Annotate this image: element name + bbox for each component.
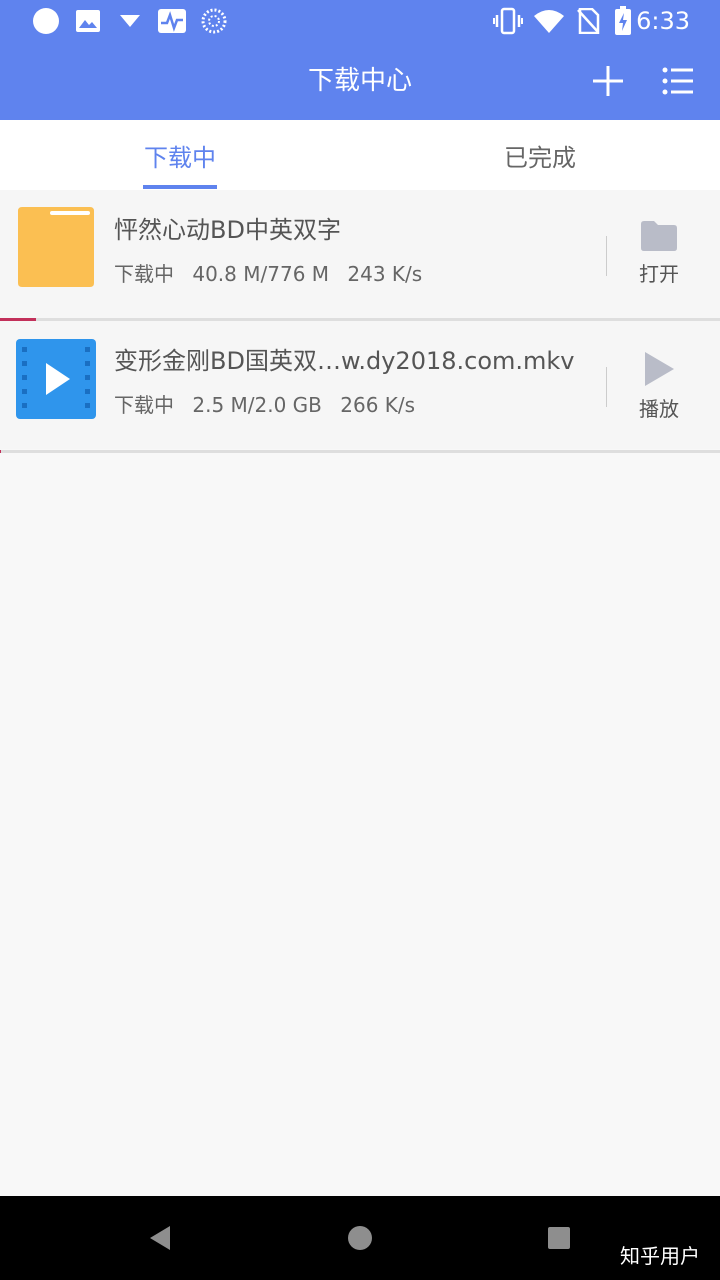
download-status: 下载中 bbox=[114, 262, 174, 286]
download-arrow-icon bbox=[116, 0, 144, 42]
action-divider bbox=[606, 236, 607, 276]
download-status: 下载中 bbox=[114, 393, 174, 417]
vibrate-icon bbox=[492, 0, 524, 42]
tab-indicator bbox=[143, 185, 217, 189]
tab-bar: 下载中 已完成 bbox=[0, 120, 720, 190]
add-button[interactable] bbox=[581, 54, 635, 108]
open-label: 打开 bbox=[639, 262, 679, 286]
video-file-icon bbox=[16, 339, 96, 419]
menu-button[interactable] bbox=[651, 54, 705, 108]
add-icon bbox=[593, 66, 623, 96]
download-item[interactable]: 变形金刚BD国英双…w.dy2018.com.mkv 下载中 2.5 M/2.0… bbox=[0, 321, 720, 449]
action-divider bbox=[606, 367, 607, 407]
download-item[interactable]: 怦然心动BD中英双字 下载中 40.8 M/776 M 243 K/s 打开 bbox=[0, 190, 720, 318]
recents-icon bbox=[548, 1227, 570, 1249]
play-label: 播放 bbox=[639, 397, 679, 421]
folder-icon bbox=[16, 207, 96, 287]
activity-icon bbox=[156, 0, 188, 42]
status-bar: 6:33 bbox=[0, 0, 720, 42]
no-sim-icon bbox=[574, 0, 602, 42]
download-size: 2.5 M/2.0 GB bbox=[192, 393, 322, 417]
back-button[interactable] bbox=[130, 1196, 190, 1280]
list-menu-icon bbox=[662, 67, 693, 95]
watermark: 知乎用户 bbox=[620, 1244, 700, 1268]
download-progress-bar bbox=[0, 450, 1, 453]
play-button[interactable]: 播放 bbox=[618, 351, 700, 441]
recents-button[interactable] bbox=[529, 1196, 589, 1280]
download-meta: 下载中 2.5 M/2.0 GB 266 K/s bbox=[114, 389, 584, 418]
status-time: 6:33 bbox=[636, 7, 690, 35]
system-nav-bar bbox=[0, 1196, 720, 1280]
download-size: 40.8 M/776 M bbox=[192, 262, 330, 286]
home-button[interactable] bbox=[330, 1196, 390, 1280]
download-speed: 266 K/s bbox=[340, 393, 416, 417]
circle-icon bbox=[30, 0, 62, 42]
download-title: 变形金刚BD国英双…w.dy2018.com.mkv bbox=[114, 347, 575, 375]
list-divider bbox=[0, 450, 720, 453]
back-icon bbox=[150, 1226, 170, 1250]
sync-icon bbox=[200, 0, 228, 42]
play-icon bbox=[645, 352, 674, 386]
battery-charging-icon bbox=[612, 0, 634, 42]
tab-downloading[interactable]: 下载中 bbox=[0, 120, 360, 190]
home-icon bbox=[348, 1226, 372, 1250]
download-speed: 243 K/s bbox=[347, 262, 423, 286]
download-meta: 下载中 40.8 M/776 M 243 K/s bbox=[114, 258, 584, 287]
wifi-icon bbox=[532, 0, 566, 42]
app-bar: 下载中心 bbox=[0, 42, 720, 120]
image-icon bbox=[74, 0, 102, 42]
download-title: 怦然心动BD中英双字 bbox=[114, 216, 341, 244]
tab-completed[interactable]: 已完成 bbox=[360, 120, 720, 190]
open-button[interactable]: 打开 bbox=[618, 220, 700, 310]
folder-open-icon bbox=[641, 221, 677, 251]
